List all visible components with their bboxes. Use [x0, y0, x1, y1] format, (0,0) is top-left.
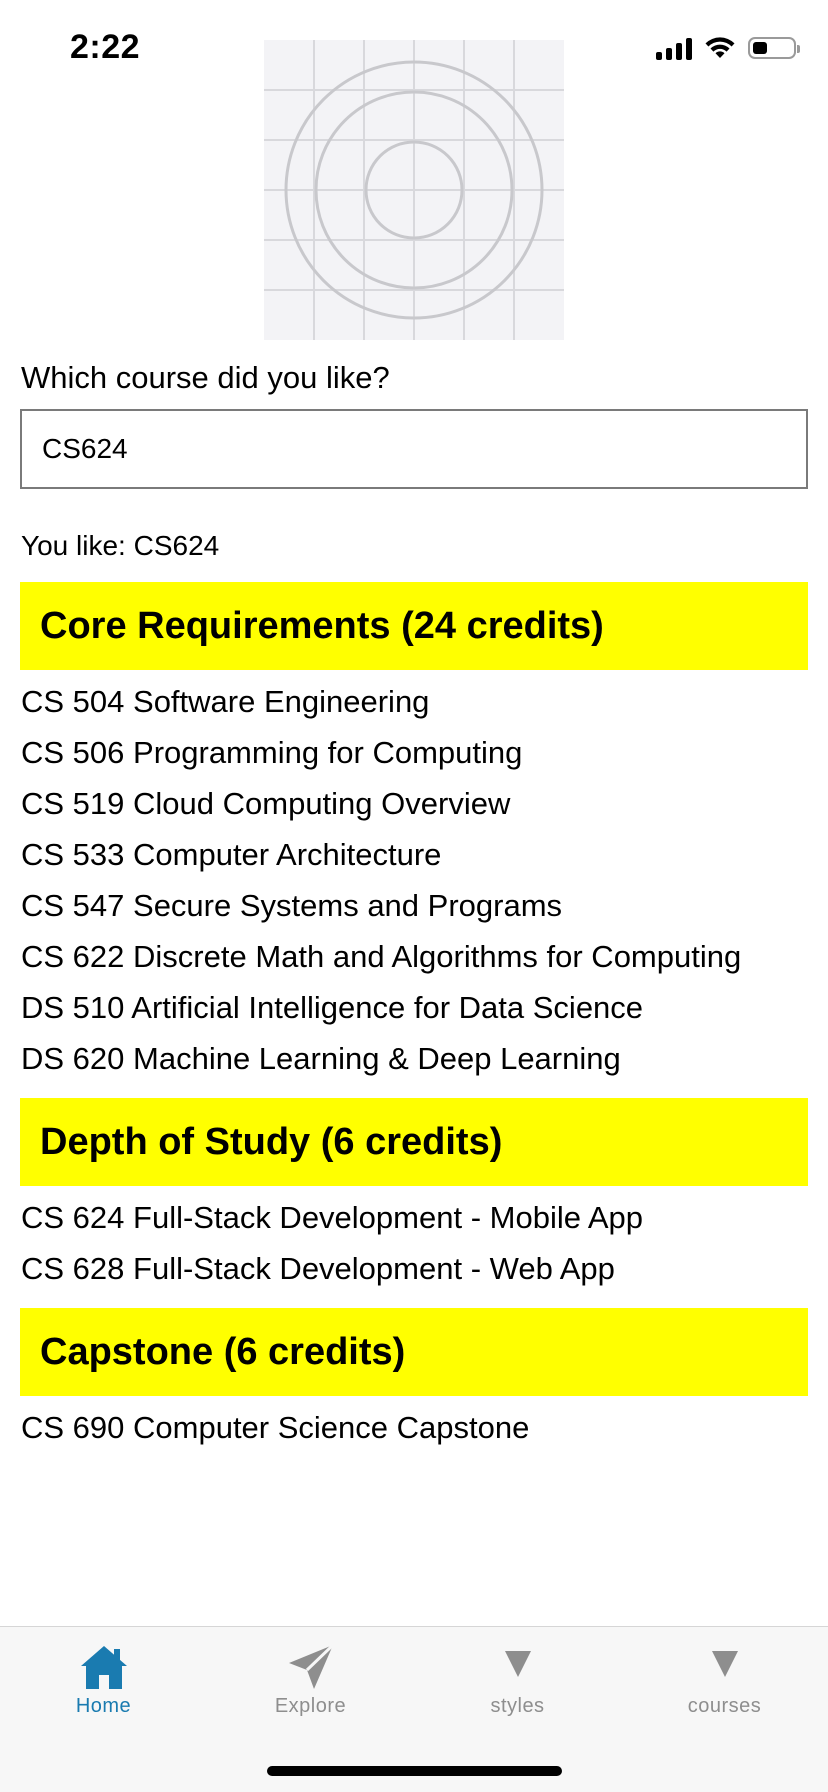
wifi-icon [705, 37, 735, 58]
section-core-requirements: Core Requirements (24 credits) CS 504 So… [20, 582, 808, 1084]
course-item: CS 628 Full-Stack Development - Web App [21, 1251, 615, 1286]
battery-icon [748, 37, 800, 59]
section-header: Core Requirements (24 credits) [20, 582, 808, 670]
status-time: 2:22 [70, 28, 141, 66]
placeholder-image [264, 40, 564, 340]
tab-label: Explore [274, 1695, 347, 1717]
section-header: Depth of Study (6 credits) [20, 1098, 808, 1186]
triangle-down-icon [711, 1651, 738, 1677]
course-item: CS 622 Discrete Math and Algorithms for … [21, 939, 742, 974]
home-indicator[interactable] [267, 1766, 562, 1776]
course-item: CS 519 Cloud Computing Overview [21, 786, 511, 821]
course-item: DS 620 Machine Learning & Deep Learning [21, 1041, 621, 1076]
section-header: Capstone (6 credits) [20, 1308, 808, 1396]
course-list: CS 504 Software Engineering CS 506 Progr… [20, 670, 808, 1084]
app-screen: 2:22 Which course did you like? CS624 Yo… [0, 0, 828, 1792]
course-list: CS 690 Computer Science Capstone [20, 1396, 808, 1453]
tab-label: courses [687, 1695, 762, 1717]
you-like-text: You like: CS624 [21, 530, 220, 561]
status-icons [656, 36, 800, 60]
course-item: CS 506 Programming for Computing [21, 735, 523, 770]
triangle-down-icon [504, 1651, 531, 1677]
course-prompt-label: Which course did you like? [21, 360, 390, 395]
tab-styles[interactable]: styles [414, 1627, 621, 1727]
course-item: DS 510 Artificial Intelligence for Data … [21, 990, 644, 1025]
course-item: CS 533 Computer Architecture [21, 837, 442, 872]
home-icon [80, 1646, 127, 1689]
course-input[interactable] [20, 409, 808, 489]
tab-home[interactable]: Home [0, 1627, 207, 1727]
cellular-signal-icon [656, 36, 692, 60]
tab-label: Home [75, 1695, 132, 1717]
tab-explore[interactable]: Explore [207, 1627, 414, 1727]
section-capstone: Capstone (6 credits) CS 690 Computer Sci… [20, 1308, 808, 1453]
course-item: CS 624 Full-Stack Development - Mobile A… [21, 1200, 644, 1235]
section-depth-of-study: Depth of Study (6 credits) CS 624 Full-S… [20, 1098, 808, 1294]
tab-label: styles [490, 1695, 545, 1717]
course-item: CS 690 Computer Science Capstone [21, 1410, 530, 1445]
course-list: CS 624 Full-Stack Development - Mobile A… [20, 1186, 808, 1294]
course-item: CS 547 Secure Systems and Programs [21, 888, 563, 923]
course-item: CS 504 Software Engineering [21, 684, 430, 719]
tab-courses[interactable]: courses [621, 1627, 828, 1727]
paper-plane-icon [288, 1643, 334, 1689]
